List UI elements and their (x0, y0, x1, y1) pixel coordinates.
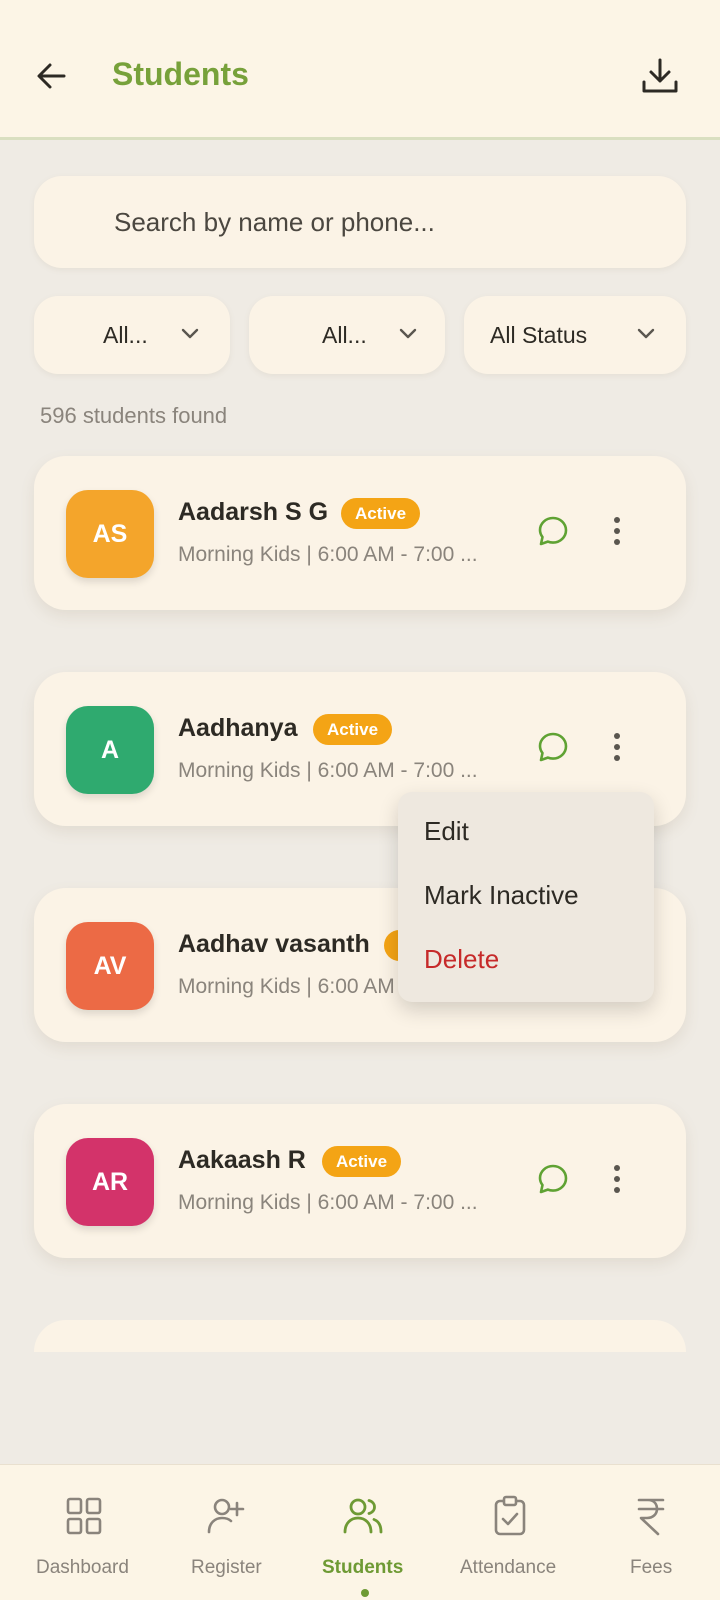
menu-item-mark-inactive[interactable]: Mark Inactive (424, 880, 579, 911)
nav-item-fees[interactable]: Fees (590, 1465, 710, 1600)
student-name: Aakaash R (178, 1146, 306, 1174)
arrow-left-icon[interactable] (32, 56, 72, 96)
page-title: Students (112, 56, 249, 92)
more-vertical-icon[interactable] (602, 1162, 632, 1196)
student-batch: Morning Kids | 6:00 AM - 7:00 ... (178, 543, 478, 566)
search-input[interactable]: Search by name or phone... (34, 176, 686, 268)
chevron-down-icon (399, 328, 417, 339)
whatsapp-chat-icon[interactable] (536, 1162, 570, 1196)
filter-dropdown-1[interactable]: All... (34, 296, 230, 374)
status-badge: Active (313, 714, 393, 745)
filter-dropdown-2[interactable]: All... (249, 296, 445, 374)
filter-label: All... (103, 322, 148, 348)
student-card[interactable]: AR Aakaash R Active Morning Kids | 6:00 … (34, 1104, 686, 1258)
results-count: 596 students found (40, 403, 228, 428)
nav-label: Fees (630, 1557, 673, 1578)
avatar: AS (66, 490, 154, 578)
chevron-down-icon (637, 328, 655, 339)
active-indicator-dot (361, 1589, 369, 1597)
student-batch: Morning Kids | 6:00 AM - 7:00 ... (178, 759, 478, 782)
nav-label: Register (191, 1557, 262, 1578)
add-user-icon (207, 1498, 245, 1534)
avatar: A (66, 706, 154, 794)
menu-item-edit[interactable]: Edit (424, 816, 469, 847)
nav-item-students[interactable]: Students (300, 1465, 430, 1600)
student-context-menu: Edit Mark Inactive Delete (398, 792, 654, 1002)
nav-item-dashboard[interactable]: Dashboard (0, 1465, 170, 1600)
rupee-icon (637, 1498, 665, 1536)
nav-label: Students (322, 1557, 404, 1578)
whatsapp-chat-icon[interactable] (536, 730, 570, 764)
more-vertical-icon[interactable] (602, 730, 632, 764)
student-card[interactable]: AS Aadarsh S G Active Morning Kids | 6:0… (34, 456, 686, 610)
nav-item-register[interactable]: Register (170, 1465, 290, 1600)
users-icon (343, 1498, 383, 1534)
avatar: AV (66, 922, 154, 1010)
filter-status-dropdown[interactable]: All Status (464, 296, 686, 374)
student-card-partial[interactable] (34, 1320, 686, 1352)
nav-label: Dashboard (36, 1557, 129, 1578)
filter-label: All... (322, 322, 367, 348)
student-name: Aadhanya (178, 714, 298, 742)
whatsapp-chat-icon[interactable] (536, 514, 570, 548)
bottom-nav: Dashboard Register Students Attendance F… (0, 1464, 720, 1600)
search-placeholder: Search by name or phone... (114, 207, 435, 237)
student-name: Aadhav vasanth (178, 930, 370, 958)
clipboard-check-icon (494, 1495, 526, 1536)
status-badge: Active (341, 498, 421, 529)
status-badge: Active (322, 1146, 402, 1177)
dashboard-icon (66, 1497, 102, 1535)
student-batch: Morning Kids | 6:00 AM - 7:00 ... (178, 1191, 478, 1214)
download-icon[interactable] (638, 54, 682, 98)
nav-label: Attendance (460, 1557, 557, 1578)
menu-item-delete[interactable]: Delete (424, 944, 499, 975)
avatar: AR (66, 1138, 154, 1226)
app-header: Students (0, 0, 720, 140)
student-name: Aadarsh S G (178, 498, 329, 526)
filter-label: All Status (490, 322, 588, 348)
more-vertical-icon[interactable] (602, 514, 632, 548)
list-clip (0, 1300, 720, 1352)
chevron-down-icon (181, 328, 199, 339)
nav-item-attendance[interactable]: Attendance (440, 1465, 580, 1600)
